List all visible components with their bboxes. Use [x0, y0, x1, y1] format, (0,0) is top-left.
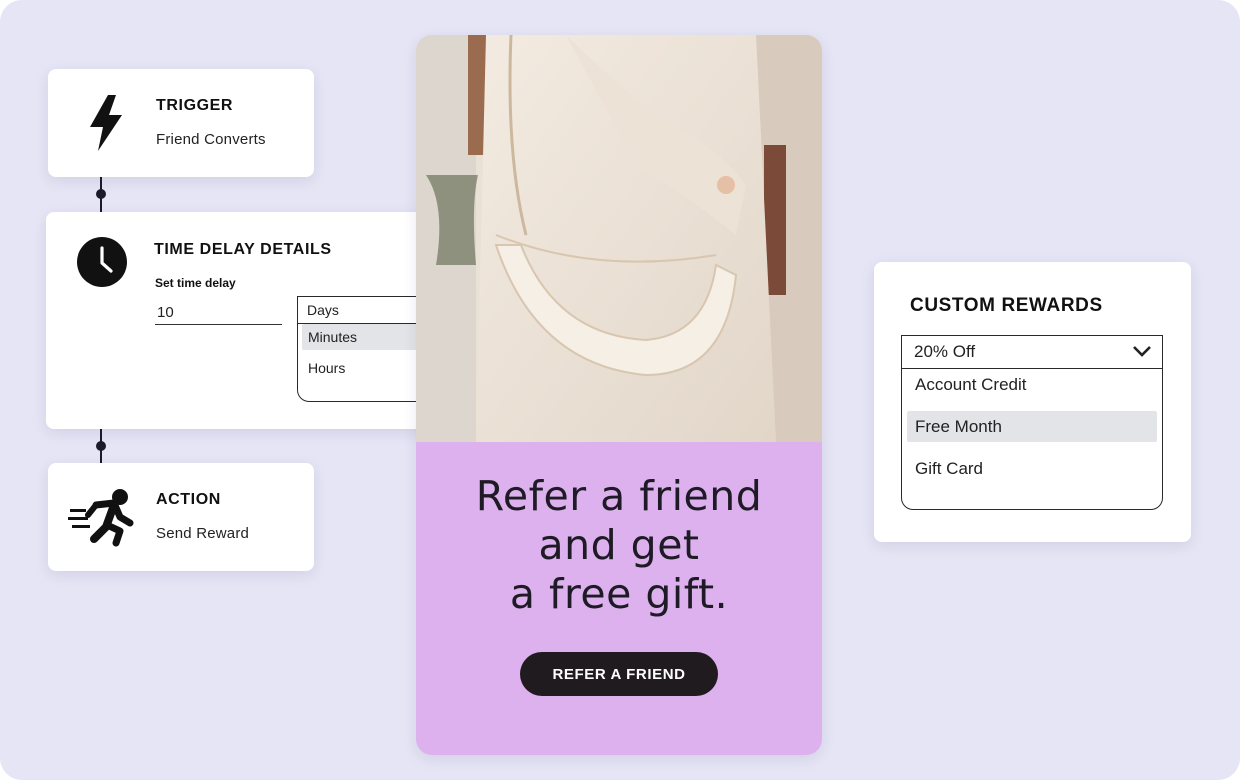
- chevron-down-icon: [1132, 342, 1152, 362]
- time-delay-title: TIME DELAY DETAILS: [154, 241, 332, 258]
- reward-select[interactable]: 20% Off: [902, 336, 1162, 369]
- action-card[interactable]: ACTION Send Reward: [48, 463, 314, 571]
- action-subtitle: Send Reward: [156, 525, 250, 542]
- refer-a-friend-button[interactable]: REFER A FRIEND: [520, 652, 718, 696]
- time-unit-selected: Days: [307, 302, 339, 318]
- promo-headline: Refer a friend and get a free gift.: [416, 472, 822, 619]
- lightning-bolt-icon: [78, 93, 134, 153]
- canvas: TRIGGER Friend Converts TIME DELAY DETAI…: [0, 0, 1240, 780]
- reward-selected: 20% Off: [914, 342, 976, 361]
- time-delay-label: Set time delay: [155, 276, 236, 290]
- headline-line: a free gift.: [509, 570, 729, 618]
- promo-panel: Refer a friend and get a free gift. REFE…: [416, 442, 822, 755]
- reward-option-free-month[interactable]: Free Month: [907, 411, 1157, 442]
- referral-promo-card: Refer a friend and get a free gift. REFE…: [416, 35, 822, 755]
- custom-rewards-title: CUSTOM REWARDS: [910, 295, 1103, 316]
- reward-option-account-credit[interactable]: Account Credit: [907, 369, 1157, 400]
- trigger-subtitle: Friend Converts: [156, 131, 266, 148]
- connector-dot: [96, 189, 106, 199]
- running-person-icon: [68, 487, 138, 547]
- time-delay-value-input[interactable]: [155, 300, 282, 325]
- reward-option-gift-card[interactable]: Gift Card: [907, 453, 1157, 484]
- headline-line: Refer a friend: [475, 472, 763, 520]
- trigger-card[interactable]: TRIGGER Friend Converts: [48, 69, 314, 177]
- trigger-title: TRIGGER: [156, 97, 234, 114]
- connector-dot: [96, 441, 106, 451]
- product-photo: [416, 35, 822, 442]
- clock-icon: [76, 236, 128, 288]
- custom-rewards-card[interactable]: CUSTOM REWARDS 20% Off Account Credit Fr…: [874, 262, 1191, 542]
- reward-dropdown[interactable]: 20% Off Account Credit Free Month Gift C…: [901, 335, 1163, 510]
- headline-line: and get: [538, 521, 700, 569]
- action-title: ACTION: [156, 491, 221, 508]
